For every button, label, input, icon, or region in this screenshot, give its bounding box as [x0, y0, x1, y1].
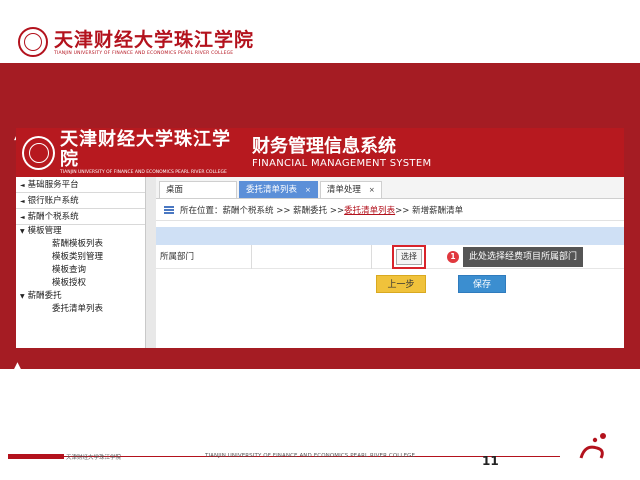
sidebar-item-bank-accounts[interactable]: ◄ 银行账户系统 [16, 193, 145, 209]
arrow-down-icon: ▼ [20, 293, 25, 300]
form-header-bar [156, 227, 624, 245]
footer-english: TIANJIN UNIVERSITY OF FINANCE AND ECONOM… [205, 453, 416, 459]
app-logo-english: TIANJIN UNIVERSITY OF FINANCE AND ECONOM… [60, 170, 227, 175]
arrow-left-icon: ◄ [20, 198, 25, 205]
corner-logo-icon [579, 433, 606, 459]
sidebar-item-basic-services[interactable]: ◄ 基础服务平台 [16, 177, 145, 193]
callout-number: 1 [447, 251, 459, 263]
system-subtitle: FINANCIAL MANAGEMENT SYSTEM [252, 158, 432, 169]
sidebar-subitem[interactable]: 委托清单列表 [16, 303, 145, 316]
menu-icon [164, 205, 174, 214]
sidebar-group-payroll-entrust[interactable]: ▼ 薪酬委托 [16, 290, 145, 303]
college-seal-icon [18, 27, 48, 57]
slide: 天津财经大学珠江学院 TIANJIN UNIVERSITY OF FINANCE… [0, 0, 640, 480]
logo-english-name: TIANJIN UNIVERSITY OF FINANCE AND ECONOM… [54, 50, 234, 56]
sidebar: ◄ 基础服务平台 ◄ 银行账户系统 ◄ 薪酬个税系统 ▼ 模板管理 薪酬模板列表 模板类… [16, 177, 146, 348]
prev-step-button[interactable]: 上一步 [376, 275, 426, 293]
page-number: 11 [482, 454, 499, 468]
sidebar-subitem[interactable]: 薪酬模板列表 [16, 238, 145, 251]
arrow-down-icon: ▼ [20, 228, 25, 235]
department-row: 所属部门 选择 1 此处选择经费项目所属部门 [156, 244, 624, 269]
bullet-triangle-icon: ▲ [14, 361, 21, 371]
department-label: 所属部门 [156, 244, 252, 269]
sidebar-group-template-mgmt[interactable]: ▼ 模板管理 [16, 225, 145, 238]
save-button[interactable]: 保存 [458, 275, 506, 293]
app-header: 天津财经大学珠江学院 TIANJIN UNIVERSITY OF FINANCE… [16, 128, 624, 177]
system-title: 财务管理信息系统 [252, 136, 396, 157]
department-field[interactable] [252, 244, 372, 269]
tab-entrust-list[interactable]: 委托清单列表 × [239, 181, 318, 198]
logo-chinese-name: 天津财经大学珠江学院 [54, 28, 255, 51]
arrow-left-icon: ◄ [20, 182, 25, 189]
app-screenshot: 天津财经大学珠江学院 TIANJIN UNIVERSITY OF FINANCE… [16, 128, 624, 348]
arrow-left-icon: ◄ [20, 214, 25, 221]
tab-bar: 桌面 委托清单列表 × 清单处理 × [156, 177, 624, 199]
sidebar-subitem[interactable]: 模板授权 [16, 277, 145, 290]
button-row: 上一步 保存 [156, 269, 624, 297]
footer-chinese: 天津财经大学珠江学院 [66, 455, 122, 461]
tab-list-processing[interactable]: 清单处理 × [319, 181, 382, 199]
app-logo: 天津财经大学珠江学院 TIANJIN UNIVERSITY OF FINANCE… [16, 130, 244, 175]
app-seal-icon [22, 135, 56, 170]
breadcrumb: 所在位置： 薪酬个税系统 >> 薪酬委托 >> 委托清单列表 >> 新增薪酬清单 [156, 199, 624, 221]
app-logo-chinese: 天津财经大学珠江学院 [60, 129, 232, 170]
tab-desktop[interactable]: 桌面 [159, 181, 237, 198]
sidebar-subitem[interactable]: 模板类别管理 [16, 251, 145, 264]
sidebar-item-payroll-tax[interactable]: ◄ 薪酬个税系统 [16, 209, 145, 225]
main-content: 桌面 委托清单列表 × 清单处理 × 所在位置： 薪酬个税系统 >> 薪酬委托 >>… [156, 177, 624, 348]
sidebar-scrollbar[interactable] [146, 177, 156, 348]
college-logo: 天津财经大学珠江学院 TIANJIN UNIVERSITY OF FINANCE… [18, 22, 254, 62]
breadcrumb-link[interactable]: 委托清单列表 [344, 204, 395, 216]
close-icon[interactable]: × [369, 182, 375, 199]
footer-red-bar [8, 454, 64, 459]
callout-tooltip: 此处选择经费项目所属部门 [463, 247, 584, 267]
close-icon[interactable]: × [305, 182, 311, 199]
sidebar-subitem[interactable]: 模板查询 [16, 264, 145, 277]
select-highlight-box [392, 245, 426, 269]
